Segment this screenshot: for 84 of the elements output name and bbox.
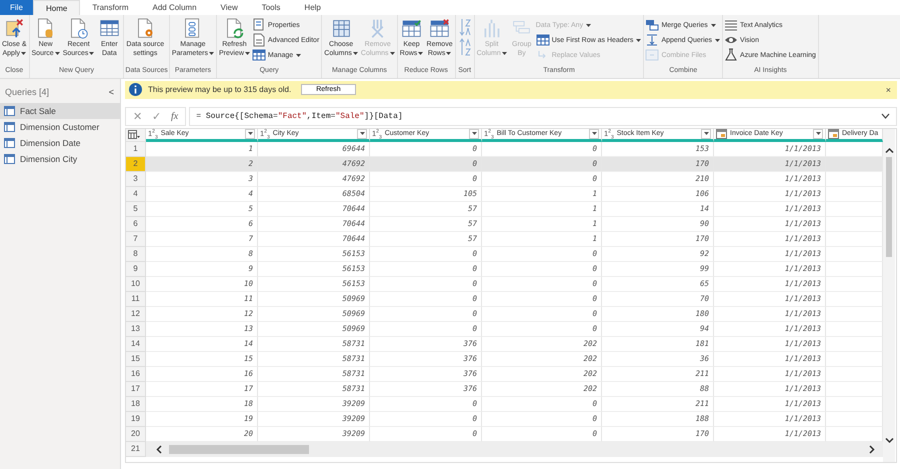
row-number[interactable]: 6: [126, 216, 146, 232]
file-tab[interactable]: File: [0, 0, 33, 15]
query-item[interactable]: Dimension City: [0, 151, 120, 167]
columns-icon: [330, 18, 352, 39]
collapse-button[interactable]: <: [108, 87, 114, 97]
table-icon: [4, 138, 15, 148]
row-number[interactable]: 16: [126, 366, 146, 382]
filter-dropdown[interactable]: [701, 128, 711, 139]
row-number[interactable]: 13: [126, 322, 146, 337]
menu-tab[interactable]: Home: [33, 0, 80, 15]
text-lines-icon: [724, 18, 738, 32]
table-icon: [98, 18, 120, 39]
append-icon: [645, 33, 660, 47]
info-message: This preview may be up to 315 days old.: [148, 85, 292, 94]
calendar-icon: [716, 128, 727, 139]
row-number[interactable]: 20: [126, 426, 146, 442]
row-number[interactable]: 17: [126, 382, 146, 397]
menu-tab[interactable]: Transform: [80, 0, 140, 15]
rows-remove-icon: [429, 18, 450, 39]
close-button[interactable]: ×: [886, 84, 891, 95]
row-number[interactable]: 7: [126, 232, 146, 247]
sort-descending-icon: [458, 38, 471, 56]
caret-icon: [592, 132, 596, 136]
caret-icon: [360, 132, 364, 136]
scroll-right-icon: [868, 444, 875, 454]
table-menu-button[interactable]: [126, 128, 146, 142]
scrollbar-thumb-icon: [169, 444, 309, 454]
document-icon: [252, 33, 266, 47]
scroll-left-icon: [156, 444, 163, 454]
menu-tab[interactable]: Tools: [250, 0, 292, 15]
calendar-icon: [828, 128, 839, 139]
caret-icon: [704, 132, 708, 136]
scroll-down-icon: [884, 437, 894, 444]
combine-files-icon: [645, 48, 660, 62]
filter-dropdown[interactable]: [589, 128, 599, 139]
merge-icon: [645, 18, 660, 32]
row-number[interactable]: 14: [126, 336, 146, 352]
filter-dropdown[interactable]: [245, 128, 255, 139]
query-item[interactable]: Dimension Date: [0, 135, 120, 151]
row-number[interactable]: 2: [126, 156, 146, 172]
row-number[interactable]: 15: [126, 352, 146, 367]
scroll-up-icon: [884, 146, 894, 154]
row-number[interactable]: 1: [126, 142, 146, 157]
table-icon: [4, 122, 15, 132]
info-icon: [129, 83, 142, 96]
row-number[interactable]: 18: [126, 396, 146, 412]
chevron-down-icon: [881, 113, 890, 120]
table-icon: [128, 130, 140, 140]
table-icon: [536, 33, 550, 47]
filter-dropdown[interactable]: [357, 128, 367, 139]
menu-tab[interactable]: Help: [292, 0, 333, 15]
caret-icon: [248, 132, 252, 136]
properties-icon: [252, 18, 266, 32]
caret-icon: [816, 132, 820, 136]
scrollbar-thumb-icon: [886, 156, 892, 257]
table-icon: [252, 48, 266, 62]
row-number[interactable]: 19: [126, 412, 146, 427]
formula-field[interactable]: = Source{[Schema="Fact",Item="Sale"]}[Data]: [189, 106, 897, 126]
pane-title: Queries [4]: [5, 87, 50, 97]
row-number[interactable]: 21: [126, 442, 146, 457]
formula-button[interactable]: fx: [171, 110, 178, 122]
row-number[interactable]: 11: [126, 292, 146, 307]
formula-text: = Source{[Schema="Fact",Item="Sale"]}[Data]: [196, 112, 403, 121]
document-clock-icon: [68, 18, 90, 39]
query-item[interactable]: Fact Sale: [0, 103, 120, 119]
query-item[interactable]: Dimension Customer: [0, 119, 120, 135]
table-icon: [4, 106, 15, 116]
caret-icon: [472, 132, 476, 136]
sort-ascending-icon: [458, 18, 471, 36]
row-number[interactable]: 8: [126, 246, 146, 262]
filter-dropdown[interactable]: [469, 128, 479, 139]
flask-icon: [724, 48, 738, 62]
row-number[interactable]: 10: [126, 276, 146, 292]
row-number[interactable]: 12: [126, 306, 146, 322]
filter-dropdown[interactable]: [813, 128, 823, 139]
table-icon: [4, 154, 15, 164]
row-number[interactable]: 4: [126, 186, 146, 202]
rows-keep-icon: [401, 18, 422, 39]
close-apply-icon: [4, 18, 25, 39]
row-number[interactable]: 3: [126, 172, 146, 187]
menu-tab[interactable]: Add Column: [140, 0, 209, 15]
row-number[interactable]: 9: [126, 262, 146, 277]
menu-tab[interactable]: View: [208, 0, 250, 15]
row-number[interactable]: 5: [126, 202, 146, 217]
